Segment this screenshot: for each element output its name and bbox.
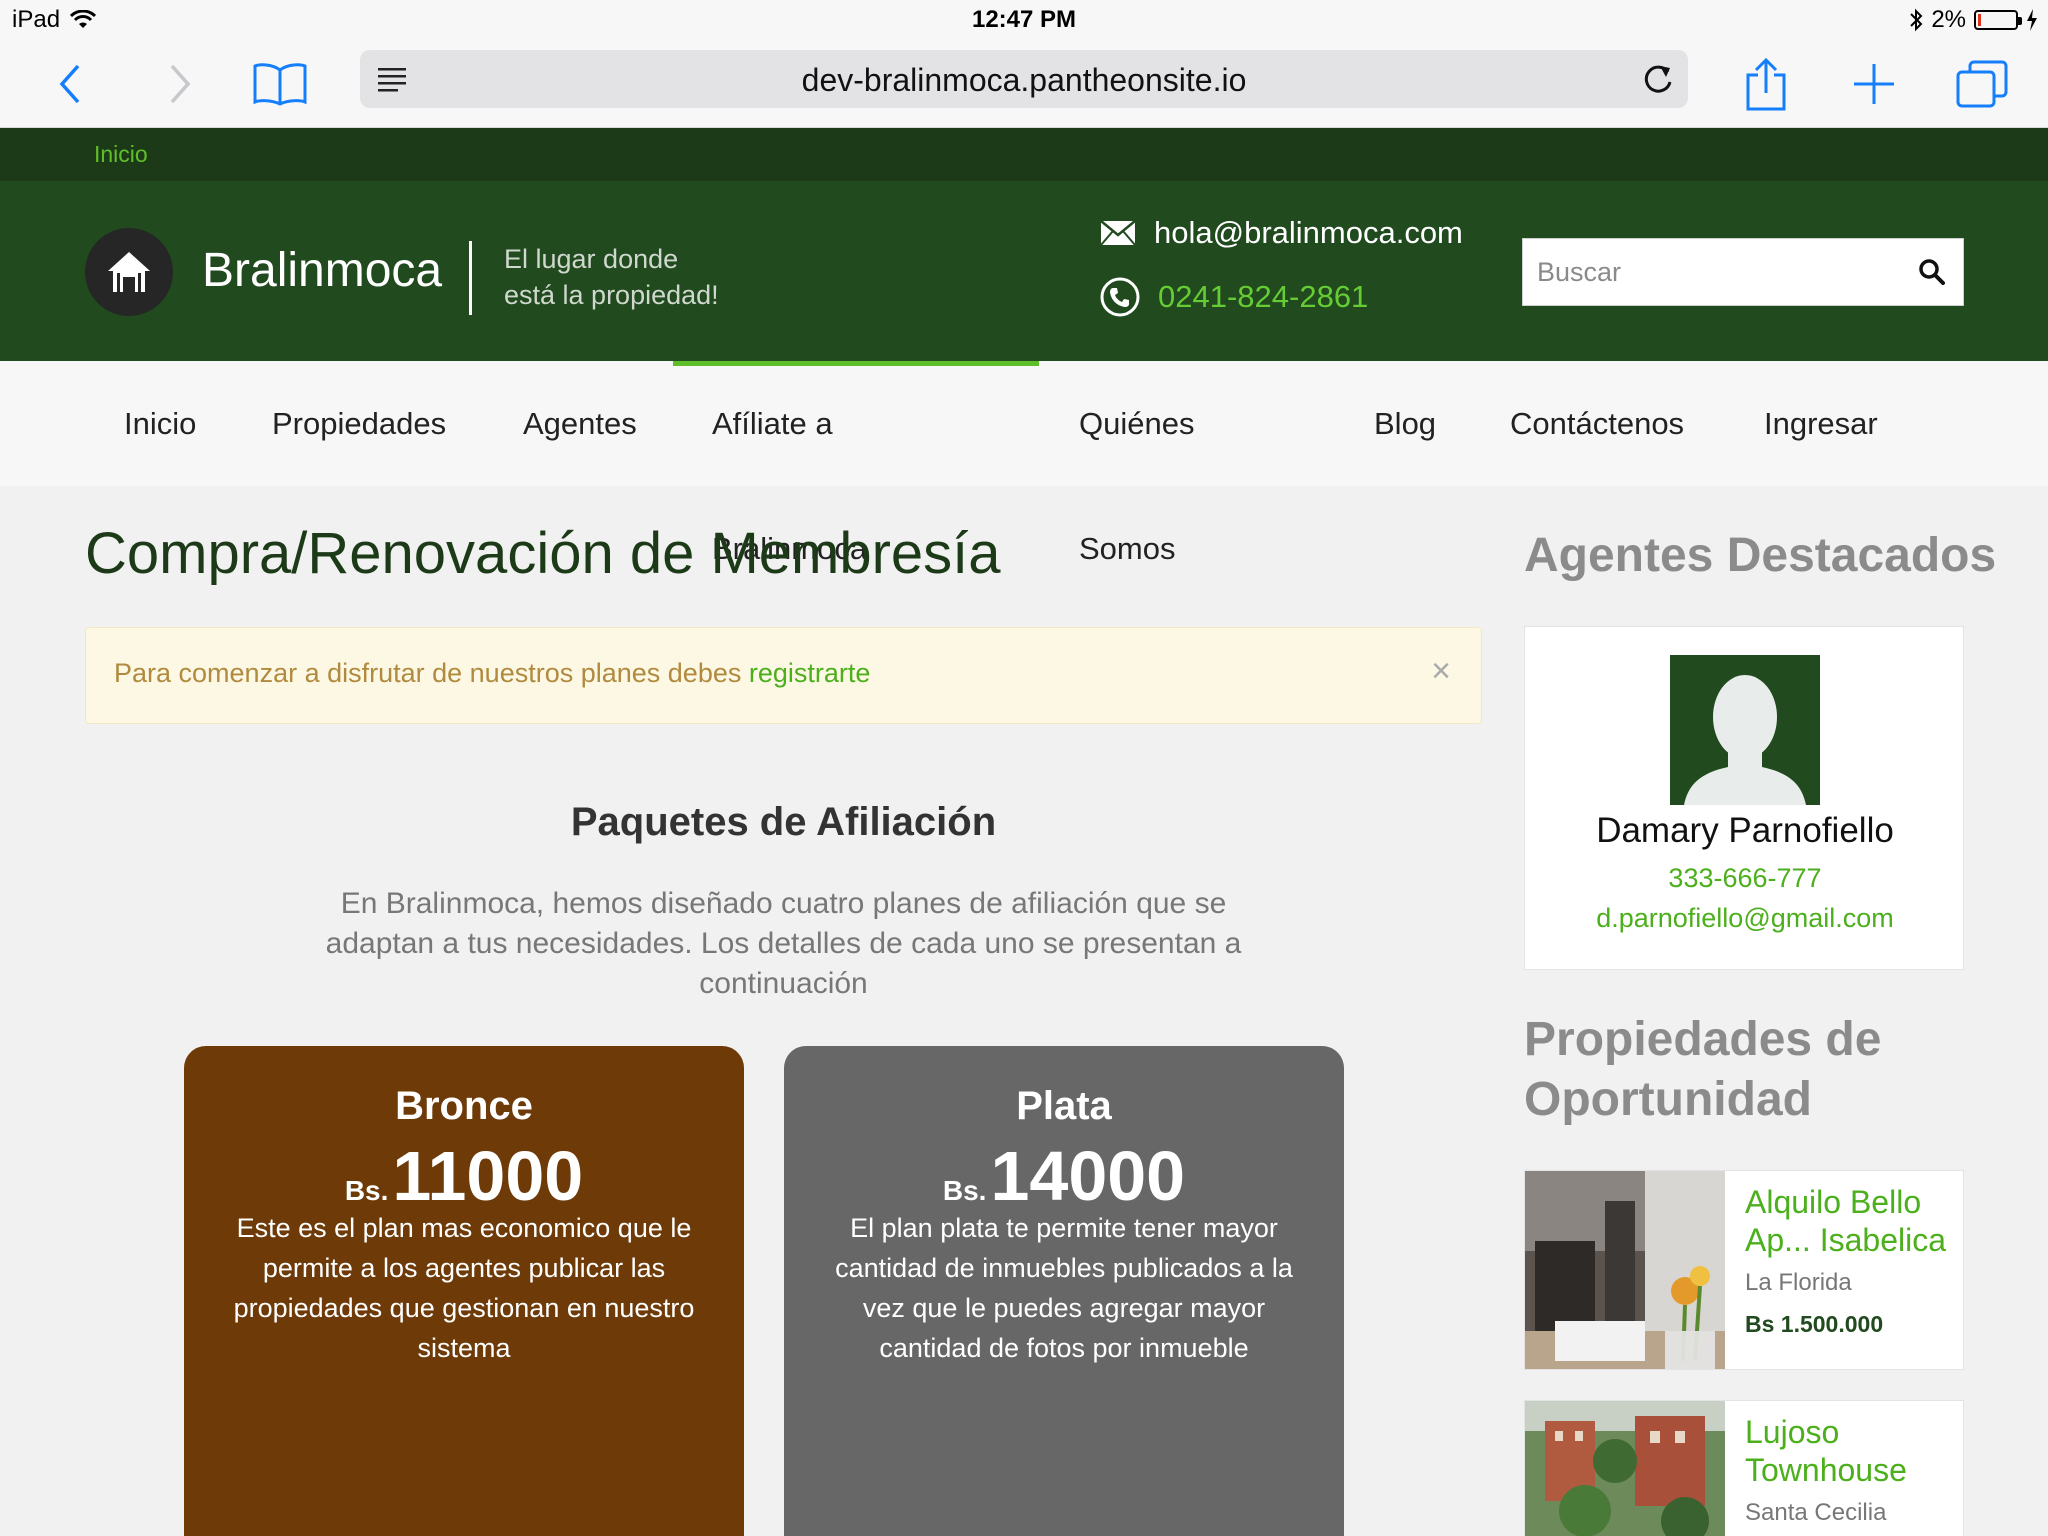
- plan-currency: Bs.: [942, 1175, 987, 1206]
- tagline-line-1: El lugar donde: [504, 244, 679, 274]
- house-icon: [108, 252, 150, 292]
- contact-email-text: hola@bralinmoca.com: [1154, 215, 1463, 250]
- chevron-left-icon: [59, 64, 80, 104]
- plan-description: Este es el plan mas economico que le per…: [233, 1213, 695, 1363]
- plan-price: Bs. 14000: [784, 1136, 1344, 1216]
- plus-icon: [1854, 64, 1894, 104]
- search-box: [1522, 238, 1964, 306]
- property-title[interactable]: Alquilo Bello Ap... Isabelica: [1745, 1183, 1955, 1259]
- tagline: El lugar donde está la propiedad!: [504, 241, 764, 313]
- nav-item-inicio[interactable]: Inicio: [124, 361, 196, 486]
- breadcrumb: Inicio: [0, 128, 2048, 181]
- envelope-icon: [1100, 220, 1136, 246]
- brand-divider: [469, 241, 472, 315]
- breadcrumb-home-link[interactable]: Inicio: [94, 141, 148, 168]
- tabs-button[interactable]: [1956, 40, 2008, 128]
- nav-item-ingresar[interactable]: Ingresar: [1764, 361, 1878, 486]
- bluetooth-icon: [1910, 8, 1923, 32]
- plan-card-bronce[interactable]: Bronce Bs. 11000 Este es el plan mas eco…: [184, 1046, 744, 1536]
- opportunity-properties-title: Propiedades de Oportunidad: [1524, 1013, 1882, 1126]
- search-icon[interactable]: [1919, 259, 1945, 285]
- property-thumbnail[interactable]: [1525, 1171, 1725, 1369]
- property-location: La Florida: [1745, 1269, 1852, 1296]
- charging-bolt-icon: [2027, 9, 2037, 31]
- property-title[interactable]: Lujoso Townhouse: [1745, 1413, 1955, 1489]
- new-tab-button[interactable]: [1852, 40, 1896, 128]
- contact-phone-text: 0241-824-2861: [1158, 279, 1369, 314]
- main-nav: Inicio Propiedades Agentes Afíliate a Br…: [0, 361, 2048, 566]
- nav-item-afiliate[interactable]: Afíliate a Bralinmoca: [712, 361, 867, 566]
- reload-icon[interactable]: [1642, 62, 1674, 101]
- agent-avatar: [1670, 655, 1820, 805]
- property-thumbnail[interactable]: [1525, 1401, 1725, 1536]
- share-icon: [1746, 57, 1786, 111]
- property-price: Bs 1.500.000: [1745, 1311, 1884, 1337]
- plan-name: Plata: [1016, 1084, 1112, 1128]
- battery-icon: [1974, 10, 2022, 30]
- back-button[interactable]: [48, 40, 92, 128]
- nav-link-agentes[interactable]: Agentes: [523, 361, 637, 486]
- nav-link-contactenos[interactable]: Contáctenos: [1510, 361, 1684, 486]
- nav-item-contactenos[interactable]: Contáctenos: [1510, 361, 1684, 486]
- agent-phone[interactable]: 333-666-777: [1525, 863, 1965, 894]
- page-title: Compra/Renovación de Membresía: [85, 521, 1001, 586]
- ios-status-bar: iPad 12:47 PM 2%: [0, 0, 2048, 40]
- alert-message: Para comenzar a disfrutar de nuestros pl…: [114, 658, 870, 689]
- nav-item-blog[interactable]: Blog: [1374, 361, 1436, 486]
- featured-agents-title: Agentes Destacados: [1524, 529, 1997, 582]
- contact-phone[interactable]: 0241-824-2861: [1100, 277, 1368, 317]
- plan-name: Bronce: [395, 1084, 533, 1128]
- plan-amount: 11000: [392, 1137, 584, 1215]
- plan-price: Bs. 11000: [184, 1136, 744, 1216]
- logo[interactable]: [85, 228, 173, 316]
- section-description: En Bralinmoca, hemos diseñado cuatro pla…: [325, 887, 1242, 1000]
- plan-amount: 14000: [990, 1137, 1186, 1215]
- book-icon: [253, 63, 307, 106]
- tagline-line-2: está la propiedad!: [504, 280, 719, 310]
- property-card[interactable]: Alquilo Bello Ap... Isabelica La Florida…: [1524, 1170, 1964, 1370]
- agent-card[interactable]: Damary Parnofiello 333-666-777 d.parnofi…: [1524, 626, 1964, 970]
- tabs-icon: [1956, 60, 2008, 108]
- bookmarks-button[interactable]: [250, 40, 310, 128]
- status-time: 12:47 PM: [971, 6, 1077, 33]
- nav-link-ingresar[interactable]: Ingresar: [1764, 361, 1878, 486]
- phone-icon: [1100, 277, 1140, 317]
- alert-text: Para comenzar a disfrutar de nuestros pl…: [114, 658, 749, 688]
- nav-item-agentes[interactable]: Agentes: [523, 361, 637, 486]
- alert-close-button[interactable]: ×: [1431, 654, 1451, 688]
- plan-description: El plan plata te permite tener mayor can…: [835, 1213, 1293, 1363]
- plan-currency: Bs.: [344, 1175, 389, 1206]
- agent-email[interactable]: d.parnofiello@gmail.com: [1525, 903, 1965, 934]
- nav-link-inicio[interactable]: Inicio: [124, 361, 196, 486]
- person-silhouette-icon: [1684, 675, 1806, 805]
- brand-name[interactable]: Bralinmoca: [202, 243, 442, 298]
- search-input[interactable]: [1523, 239, 1903, 305]
- nav-link-propiedades[interactable]: Propiedades: [272, 361, 446, 486]
- agent-name[interactable]: Damary Parnofiello: [1525, 811, 1965, 851]
- site-header: Bralinmoca El lugar donde está la propie…: [0, 181, 2048, 361]
- nav-link-quienes-somos[interactable]: Quiénes Somos: [1079, 361, 1194, 611]
- property-location: Santa Cecilia: [1745, 1499, 1887, 1526]
- alert-warning: Para comenzar a disfrutar de nuestros pl…: [85, 627, 1482, 724]
- status-right: 2%: [1909, 6, 2038, 34]
- browser-toolbar: dev-bralinmoca.pantheonsite.io: [0, 40, 2048, 128]
- plan-card-plata[interactable]: Plata Bs. 14000 El plan plata te permite…: [784, 1046, 1344, 1536]
- share-button[interactable]: [1744, 40, 1788, 128]
- chevron-right-icon: [170, 64, 191, 104]
- nav-item-quienes-somos[interactable]: Quiénes Somos: [1079, 361, 1194, 566]
- battery-percent: 2%: [1931, 6, 1966, 33]
- section-title: Paquetes de Afiliación: [570, 800, 997, 844]
- register-link[interactable]: registrarte: [749, 658, 871, 688]
- address-bar[interactable]: dev-bralinmoca.pantheonsite.io: [360, 50, 1688, 108]
- url-text: dev-bralinmoca.pantheonsite.io: [801, 62, 1247, 98]
- forward-button[interactable]: [158, 40, 202, 128]
- nav-item-propiedades[interactable]: Propiedades: [272, 361, 446, 486]
- property-card[interactable]: Lujoso Townhouse Santa Cecilia: [1524, 1400, 1964, 1536]
- nav-link-blog[interactable]: Blog: [1374, 361, 1436, 486]
- contact-email[interactable]: hola@bralinmoca.com: [1100, 215, 1463, 251]
